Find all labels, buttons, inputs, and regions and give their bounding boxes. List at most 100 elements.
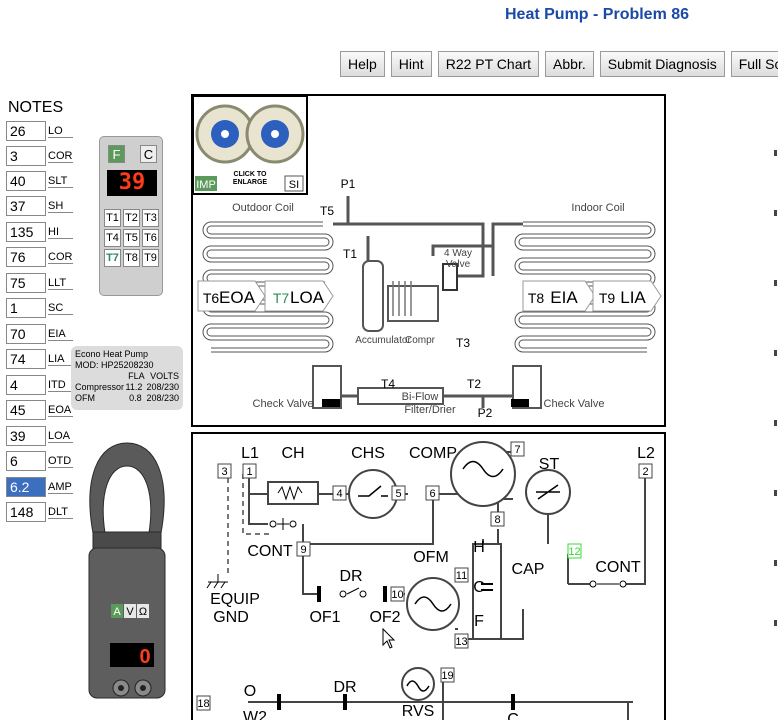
note-value[interactable]: 70: [6, 324, 46, 344]
note-value[interactable]: 74: [6, 349, 46, 369]
temperature-readout: 39: [107, 170, 157, 196]
note-value[interactable]: 37: [6, 196, 46, 216]
ofm-volts: 208/230: [146, 393, 179, 403]
gauge-manifold[interactable]: CLICK TO ENLARGE IMP SI: [192, 95, 308, 195]
compressor-label: Compressor: [75, 382, 125, 392]
svg-text:8: 8: [494, 514, 500, 526]
note-row: 6 OTD: [6, 450, 73, 472]
sensor-button-t9[interactable]: T9: [142, 249, 159, 267]
check-valve-left-label: Check Valve: [253, 398, 314, 410]
outdoor-coil-label: Outdoor Coil: [232, 202, 294, 214]
note-label: COR: [48, 250, 73, 264]
sensor-button-t8[interactable]: T8: [123, 249, 140, 267]
loa-label: LOA: [290, 288, 325, 307]
submit-diagnosis-button[interactable]: Submit Diagnosis: [599, 51, 725, 77]
pt-chart-button[interactable]: R22 PT Chart: [437, 51, 540, 77]
full-screen-button[interactable]: Full Scree: [730, 51, 778, 77]
page-title: Heat Pump - Problem 86: [505, 6, 690, 23]
note-row: 40 SLT: [6, 170, 73, 192]
svg-text:11: 11: [456, 570, 467, 582]
cap-f-label: F: [474, 613, 484, 630]
note-label: SC: [48, 302, 73, 315]
note-label: SH: [48, 200, 73, 213]
unit-name: Econo Heat Pump: [75, 349, 149, 359]
fahrenheit-button[interactable]: F: [108, 145, 125, 163]
note-row: 6.2 AMP: [6, 476, 73, 498]
compressor-icon: [387, 285, 439, 322]
note-value[interactable]: 39: [6, 426, 46, 446]
filter-drier-label: Filter/Drier: [404, 404, 456, 416]
unit-spec-header: FLA VOLTS: [75, 371, 179, 382]
note-value[interactable]: 4: [6, 375, 46, 395]
hint-button[interactable]: Hint: [390, 51, 432, 77]
note-row: 70 EIA: [6, 323, 73, 345]
t6-label: T6: [203, 290, 220, 306]
sensor-button-t4[interactable]: T4: [104, 229, 121, 247]
sensor-button-t7[interactable]: T7: [104, 249, 121, 267]
four-way-label: 4 Way: [444, 248, 472, 259]
sensor-button-t2[interactable]: T2: [123, 209, 140, 227]
note-value[interactable]: 26: [6, 121, 46, 141]
celsius-button[interactable]: C: [140, 145, 157, 163]
ofm-label: OFM: [413, 549, 449, 566]
accumulator-icon: [362, 260, 384, 332]
note-row: 135 HI: [6, 221, 73, 243]
st-label: ST: [539, 456, 560, 473]
biflow-label: Bi-Flow: [402, 391, 439, 403]
note-value[interactable]: 45: [6, 400, 46, 420]
unit-info-panel: Econo Heat Pump MOD: HP25208230 FLA VOLTS…: [71, 346, 183, 410]
reversing-valve-solenoid-icon: [401, 667, 435, 701]
sensor-button-t1[interactable]: T1: [104, 209, 121, 227]
check-valve-right-label: Check Valve: [544, 398, 605, 410]
cont-right-label: CONT: [595, 559, 641, 576]
abbr-button[interactable]: Abbr.: [545, 51, 594, 77]
note-row: 45 EOA: [6, 399, 73, 421]
meter-mode-v[interactable]: V: [124, 604, 136, 618]
eia-label: EIA: [550, 288, 578, 307]
meter-mode-ohm[interactable]: Ω: [137, 604, 149, 618]
note-value[interactable]: 148: [6, 502, 46, 522]
note-row: 39 LOA: [6, 425, 73, 447]
note-label: DLT: [48, 506, 73, 519]
t3-label: T3: [456, 336, 470, 350]
l1-label: L1: [241, 445, 259, 462]
of2-label: OF2: [369, 609, 400, 626]
svg-text:2: 2: [642, 466, 648, 478]
click-to-label: CLICK TO: [234, 171, 267, 178]
note-value[interactable]: 76: [6, 247, 46, 267]
dr2-label: DR: [333, 679, 356, 696]
compressor-motor-icon: [450, 441, 516, 507]
sensor-button-t3[interactable]: T3: [142, 209, 159, 227]
note-value[interactable]: 6: [6, 451, 46, 471]
sensor-button-t6[interactable]: T6: [142, 229, 159, 247]
note-row: 76 COR: [6, 246, 73, 268]
cap-label: CAP: [512, 561, 545, 578]
meter-mode-a[interactable]: A: [111, 604, 123, 618]
note-value[interactable]: 1: [6, 298, 46, 318]
note-label: OTD: [48, 454, 73, 468]
compressor-fla: 11.2: [125, 382, 143, 392]
p1-label: P1: [341, 177, 356, 191]
svg-text:18: 18: [197, 698, 209, 710]
ch-label: CH: [281, 445, 304, 462]
cap-c-label: C: [473, 579, 485, 596]
sensor-buttons: T1 T2 T3 T4 T5 T6 T7 T8 T9: [104, 209, 159, 267]
note-value[interactable]: 3: [6, 146, 46, 166]
compressor-label: Compr: [405, 335, 436, 346]
help-button[interactable]: Help: [340, 51, 385, 77]
note-value[interactable]: 75: [6, 273, 46, 293]
sensor-button-t5[interactable]: T5: [123, 229, 140, 247]
svg-text:9: 9: [300, 544, 306, 556]
note-row: 1 SC: [6, 297, 73, 319]
svg-text:6: 6: [429, 488, 435, 500]
note-value[interactable]: 135: [6, 222, 46, 242]
svg-text:13: 13: [455, 636, 467, 648]
note-value[interactable]: 6.2: [6, 477, 46, 497]
cap-h-label: H: [473, 539, 485, 556]
indoor-coil-label: Indoor Coil: [571, 202, 624, 214]
ofm-spec: OFM 0.8 208/230: [75, 393, 179, 404]
note-value[interactable]: 40: [6, 171, 46, 191]
svg-text:5: 5: [395, 488, 401, 500]
note-row: 148 DLT: [6, 501, 73, 523]
t9-label: T9: [599, 290, 616, 306]
